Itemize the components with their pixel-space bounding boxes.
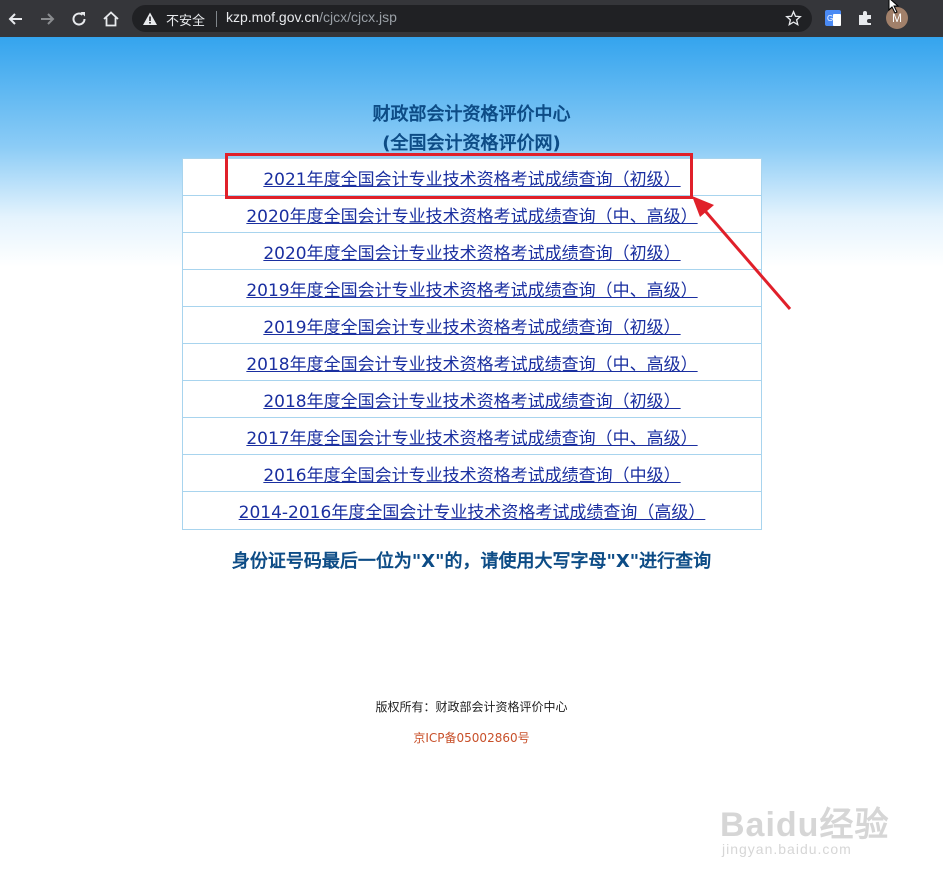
page-body: 财政部会计资格评价中心 (全国会计资格评价网) 2021年度全国会计专业技术资格… (0, 37, 943, 882)
link-row: 2020年度全国会计专业技术资格考试成绩查询（初级） (183, 233, 761, 270)
omnibox-divider (216, 11, 217, 27)
icp-license-link[interactable]: 京ICP备05002860号 (0, 729, 943, 746)
url-text[interactable]: kzp.mof.gov.cn/cjcx/cjcx.jsp (226, 9, 397, 25)
link-row: 2014-2016年度全国会计专业技术资格考试成绩查询（高级） (183, 492, 761, 529)
score-query-link-2018-junior[interactable]: 2018年度全国会计专业技术资格考试成绩查询（初级） (263, 387, 680, 412)
reload-button[interactable] (66, 6, 92, 32)
score-query-link-2017-senior[interactable]: 2017年度全国会计专业技术资格考试成绩查询（中、高级） (246, 424, 697, 449)
score-query-link-2020-junior[interactable]: 2020年度全国会计专业技术资格考试成绩查询（初级） (263, 239, 680, 264)
translate-extension-icon[interactable]: G (824, 9, 842, 27)
bookmark-star-icon[interactable] (785, 10, 802, 27)
link-row: 2020年度全国会计专业技术资格考试成绩查询（中、高级） (183, 196, 761, 233)
mouse-cursor-icon (888, 0, 900, 14)
link-row: 2016年度全国会计专业技术资格考试成绩查询（中级） (183, 455, 761, 492)
back-button[interactable] (3, 6, 29, 32)
link-row: 2018年度全国会计专业技术资格考试成绩查询（初级） (183, 381, 761, 418)
home-button[interactable] (98, 6, 124, 32)
address-bar[interactable]: 不安全 kzp.mof.gov.cn/cjcx/cjcx.jsp (132, 5, 812, 32)
svg-text:G: G (827, 14, 833, 23)
baidu-jingyan-watermark: Baidu经验 jingyan.baidu.com (720, 797, 900, 877)
reload-icon (72, 12, 86, 26)
home-icon (103, 11, 119, 27)
annotation-arrow-icon (692, 196, 792, 310)
back-arrow-icon (8, 13, 22, 25)
copyright-text: 版权所有：财政部会计资格评价中心 (375, 700, 568, 714)
score-query-link-2019-senior[interactable]: 2019年度全国会计专业技术资格考试成绩查询（中、高级） (246, 276, 697, 301)
site-title: 财政部会计资格评价中心 (372, 104, 571, 125)
link-row: 2019年度全国会计专业技术资格考试成绩查询（中、高级） (183, 270, 761, 307)
link-row: 2017年度全国会计专业技术资格考试成绩查询（中、高级） (183, 418, 761, 455)
link-row: 2018年度全国会计专业技术资格考试成绩查询（中、高级） (183, 344, 761, 381)
watermark-url: jingyan.baidu.com (722, 841, 852, 857)
watermark-brand: Baidu经验 (720, 806, 890, 844)
score-query-link-2019-junior[interactable]: 2019年度全国会计专业技术资格考试成绩查询（初级） (263, 313, 680, 338)
link-row: 2019年度全国会计专业技术资格考试成绩查询（初级） (183, 307, 761, 344)
security-status-label[interactable]: 不安全 (166, 10, 205, 29)
forward-arrow-icon (41, 13, 55, 25)
id-number-notice: 身份证号码最后一位为"X"的，请使用大写字母"X"进行查询 (231, 551, 712, 572)
score-query-link-2020-senior[interactable]: 2020年度全国会计专业技术资格考试成绩查询（中、高级） (246, 202, 697, 227)
annotation-highlight-box (225, 153, 693, 199)
forward-button[interactable] (34, 6, 60, 32)
score-query-link-2014-2016-senior[interactable]: 2014-2016年度全国会计专业技术资格考试成绩查询（高级） (239, 498, 706, 523)
warning-icon[interactable] (142, 11, 158, 27)
score-query-link-2016-intermediate[interactable]: 2016年度全国会计专业技术资格考试成绩查询（中级） (263, 461, 680, 486)
url-host: kzp.mof.gov.cn (226, 9, 320, 25)
extensions-puzzle-icon[interactable] (856, 9, 874, 27)
score-query-link-table: 2021年度全国会计专业技术资格考试成绩查询（初级） 2020年度全国会计专业技… (182, 158, 762, 530)
url-path: /cjcx/cjcx.jsp (319, 9, 397, 25)
browser-toolbar: 不安全 kzp.mof.gov.cn/cjcx/cjcx.jsp G M (0, 0, 943, 37)
score-query-link-2018-senior[interactable]: 2018年度全国会计专业技术资格考试成绩查询（中、高级） (246, 350, 697, 375)
